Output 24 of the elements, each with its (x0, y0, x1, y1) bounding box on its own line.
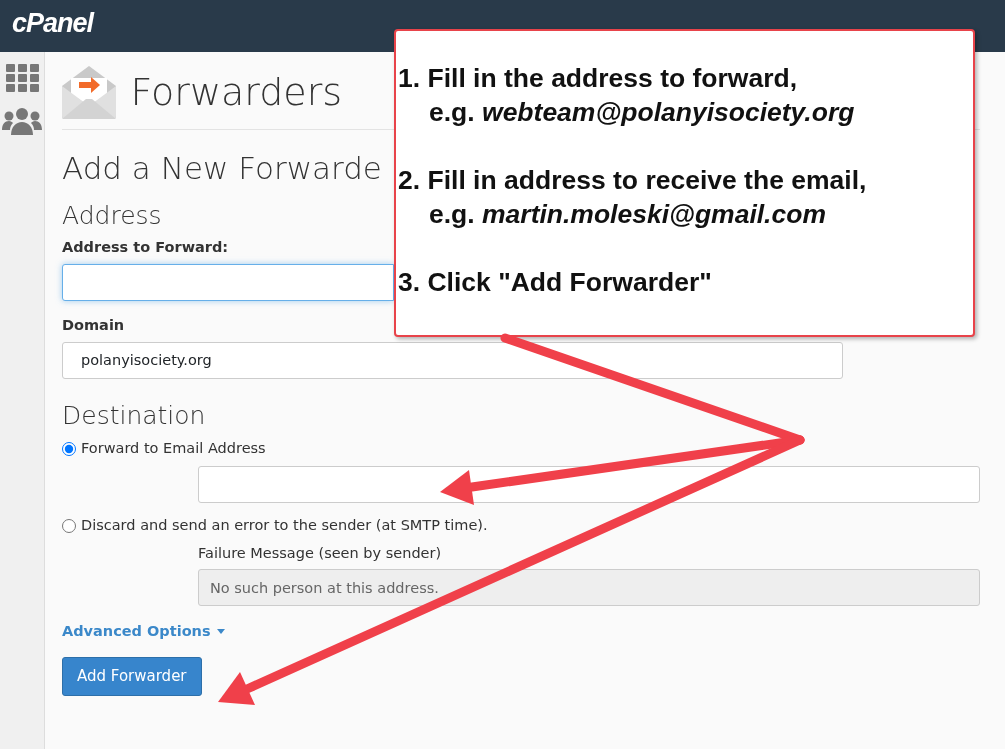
radio-button[interactable] (62, 442, 76, 457)
radio-label[interactable]: Discard and send an error to the sender (at SMTP time). (81, 514, 488, 537)
radio-button[interactable] (62, 518, 76, 533)
advanced-options-link[interactable]: Advanced Options (62, 622, 211, 639)
section-heading: Add a New Forwarde (62, 150, 382, 188)
address-input-field[interactable] (62, 263, 394, 301)
caret-icon[interactable] (216, 629, 225, 635)
page-title: Forwarders (130, 69, 343, 116)
email-input-field[interactable] (198, 465, 980, 503)
instruction-step: 2. Fill in address to receive the email, e.g. martin.moleski@gmail.com (398, 163, 867, 231)
domain-dropdown[interactable]: polanyisociety.org (62, 342, 843, 380)
apps-grid-icon[interactable] (5, 64, 39, 92)
section-heading: Address (62, 201, 162, 232)
instruction-step: 1. Fill in the address to forward, e.g. webteam@polanyisociety.org (398, 61, 855, 129)
add-forwarder-button[interactable]: Add Forwarder (62, 657, 202, 696)
envelope-arrow-icon (62, 66, 116, 119)
field-label: Address to Forward: (62, 238, 230, 258)
section-heading: Destination (62, 400, 206, 431)
users-icon[interactable] (2, 106, 42, 135)
radio-label[interactable]: Forward to Email Address (81, 438, 266, 460)
field-label: Failure Message (seen by sender) (198, 543, 443, 563)
field-label: Domain (62, 316, 126, 336)
instruction-step: 3. Click "Add Forwarder" (398, 265, 712, 299)
cpanel-logo[interactable]: cPanel (12, 6, 94, 42)
